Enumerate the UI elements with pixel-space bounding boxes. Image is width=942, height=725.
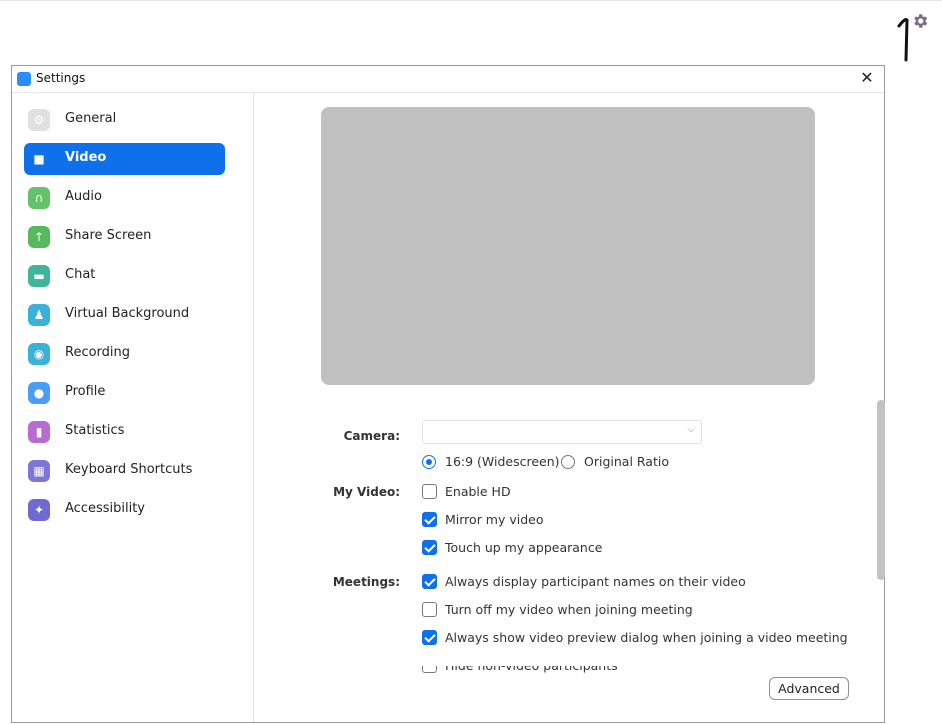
sidebar-item-label: Recording (65, 345, 131, 360)
my-video-label: My Video: (333, 485, 400, 499)
advanced-button[interactable]: Advanced (769, 677, 849, 700)
chevron-down-icon: ⌵ (687, 424, 695, 435)
accessibility-icon: ✦ (28, 499, 50, 521)
share-screen-icon: ↑ (28, 226, 50, 248)
display-names-checkbox[interactable] (422, 574, 437, 589)
enable-hd-checkbox[interactable] (422, 484, 437, 499)
sidebar-item-label: Chat (65, 267, 96, 282)
sidebar-item-recording[interactable]: ◉ Recording (24, 338, 225, 370)
sidebar-item-general[interactable]: ⚙ General (24, 104, 225, 136)
video-camera-icon: ■ (33, 152, 45, 166)
scroll-clip (414, 656, 874, 666)
chat-bubble-icon: ▬ (28, 265, 50, 287)
sidebar-item-share-screen[interactable]: ↑ Share Screen (24, 221, 225, 253)
headphones-icon: ∩ (28, 187, 50, 209)
settings-sidebar: ⚙ General ■ Video ∩ Audio ↑ Share Screen ▬ Chat ♟ V… (12, 93, 254, 722)
turn-off-video-label[interactable]: Turn off my video when joining meeting (445, 602, 693, 617)
sidebar-item-virtual-background[interactable]: ♟ Virtual Background (24, 299, 225, 331)
sidebar-item-label: Virtual Background (65, 306, 190, 321)
user-icon: ● (28, 382, 50, 404)
sidebar-item-chat[interactable]: ▬ Chat (24, 260, 225, 292)
sidebar-item-label: General (65, 111, 117, 126)
meetings-label: Meetings: (332, 575, 400, 589)
zoom-app-icon (17, 72, 31, 86)
sidebar-item-label: Video (65, 150, 107, 165)
person-background-icon: ♟ (28, 304, 50, 326)
turn-off-video-checkbox[interactable] (422, 602, 437, 617)
sidebar-item-label: Statistics (65, 423, 125, 438)
record-icon: ◉ (28, 343, 50, 365)
keyboard-icon: ▦ (28, 460, 50, 482)
preview-dialog-checkbox[interactable] (422, 630, 437, 645)
scrollbar-thumb[interactable] (877, 400, 885, 580)
preview-dialog-label[interactable]: Always show video preview dialog when jo… (445, 630, 848, 645)
touch-up-checkbox[interactable] (422, 540, 437, 555)
radio-original-ratio[interactable] (561, 455, 575, 469)
mirror-video-label[interactable]: Mirror my video (445, 512, 544, 527)
radio-widescreen-label[interactable]: 16:9 (Widescreen) (445, 454, 560, 469)
sidebar-item-label: Share Screen (65, 228, 152, 243)
radio-widescreen[interactable] (422, 455, 436, 469)
mirror-video-checkbox[interactable] (422, 512, 437, 527)
sidebar-item-label: Profile (65, 384, 106, 399)
bar-chart-icon: ▮ (28, 421, 50, 443)
video-settings-panel: Camera: ⌵ 16:9 (Widescreen) Original Rat… (254, 93, 885, 722)
page-top-rule (0, 0, 942, 1)
settings-window: Settings ✕ ⚙ General ■ Video ∩ Audio ↑ Share Sc… (11, 65, 885, 723)
sidebar-item-video[interactable]: ■ Video (24, 143, 225, 175)
sidebar-item-audio[interactable]: ∩ Audio (24, 182, 225, 214)
annotation-1 (897, 18, 909, 62)
enable-hd-label[interactable]: Enable HD (445, 484, 511, 499)
close-button[interactable]: ✕ (856, 67, 878, 89)
gear-icon: ⚙ (28, 109, 50, 131)
touch-up-label[interactable]: Touch up my appearance (445, 540, 602, 555)
window-title: Settings (36, 71, 86, 85)
sidebar-item-profile[interactable]: ● Profile (24, 377, 225, 409)
camera-select[interactable]: ⌵ (422, 420, 702, 444)
sidebar-item-statistics[interactable]: ▮ Statistics (24, 416, 225, 448)
display-names-label[interactable]: Always display participant names on thei… (445, 574, 746, 589)
sidebar-item-label: Accessibility (65, 501, 145, 516)
radio-original-ratio-label[interactable]: Original Ratio (584, 454, 669, 469)
sidebar-item-label: Keyboard Shortcuts (65, 462, 193, 477)
sidebar-item-label: Audio (65, 189, 102, 204)
sidebar-item-accessibility[interactable]: ✦ Accessibility (24, 494, 225, 526)
camera-label: Camera: (343, 429, 400, 443)
sidebar-item-keyboard-shortcuts[interactable]: ▦ Keyboard Shortcuts (24, 455, 225, 487)
title-bar: Settings ✕ (12, 66, 884, 93)
video-preview (321, 107, 815, 385)
